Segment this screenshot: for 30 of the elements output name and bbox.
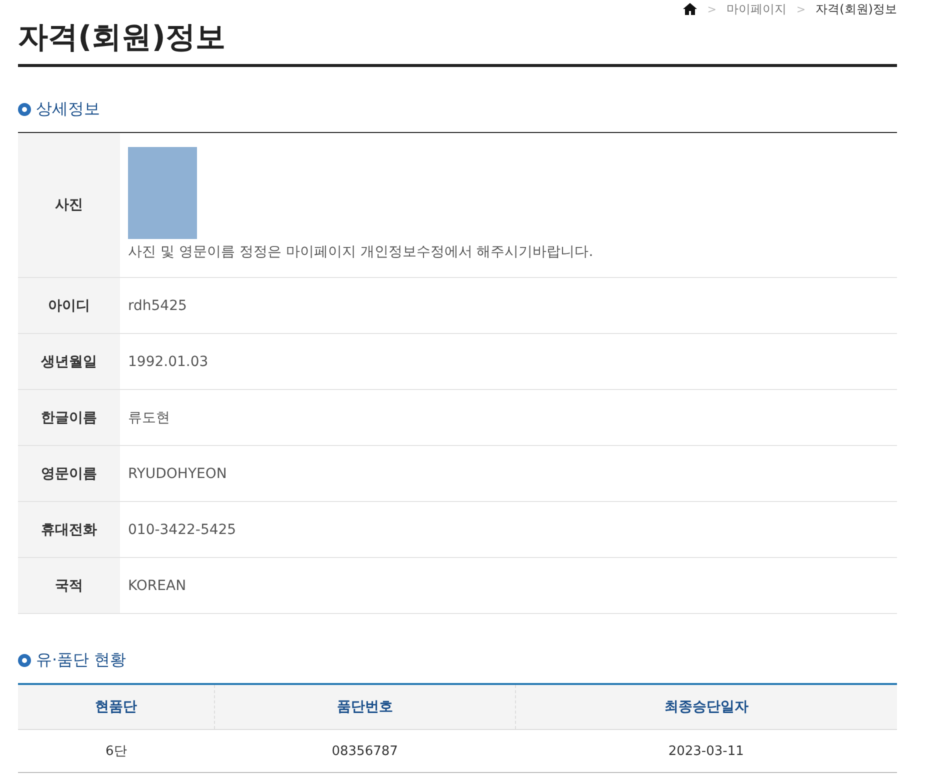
section-heading: 유·품단 현황 [36,650,126,671]
row-value: 010-3422-5425 [120,502,897,558]
row-value: rdh5425 [120,278,897,334]
table-cell: 08356787 [214,730,516,772]
breadcrumb-separator: > [707,2,716,16]
ring-bullet-icon [18,103,31,116]
breadcrumb-link[interactable]: 마이페이지 [726,0,786,18]
row-label: 아이디 [18,278,120,334]
row-label: 생년월일 [18,334,120,390]
home-icon[interactable] [683,3,698,15]
row-label: 사진 [18,132,120,278]
breadcrumb-link[interactable]: 자격(회원)정보 [816,0,897,18]
page-title: 자격(회원)정보 [18,17,897,67]
photo-note: 사진 및 영문이름 정정은 마이페이지 개인정보수정에서 해주시기바랍니다. [128,244,594,260]
column-header: 최종승단일자 [515,684,897,730]
row-value: RYUDOHYEON [120,446,897,502]
row-value: 1992.01.03 [120,334,897,390]
table-cell: 2023-03-11 [515,730,897,772]
ring-bullet-icon [18,654,31,667]
column-header: 현품단 [18,684,214,730]
table-cell: 6단 [18,730,214,772]
row-label: 국적 [18,558,120,614]
column-header: 품단번호 [214,684,516,730]
row-label: 한글이름 [18,390,120,446]
row-label: 영문이름 [18,446,120,502]
row-label: 휴대전화 [18,502,120,558]
row-value: KOREAN [120,558,897,614]
row-value: 류도현 [120,390,897,446]
section-heading: 상세정보 [36,99,100,120]
breadcrumb-separator: > [796,2,806,16]
